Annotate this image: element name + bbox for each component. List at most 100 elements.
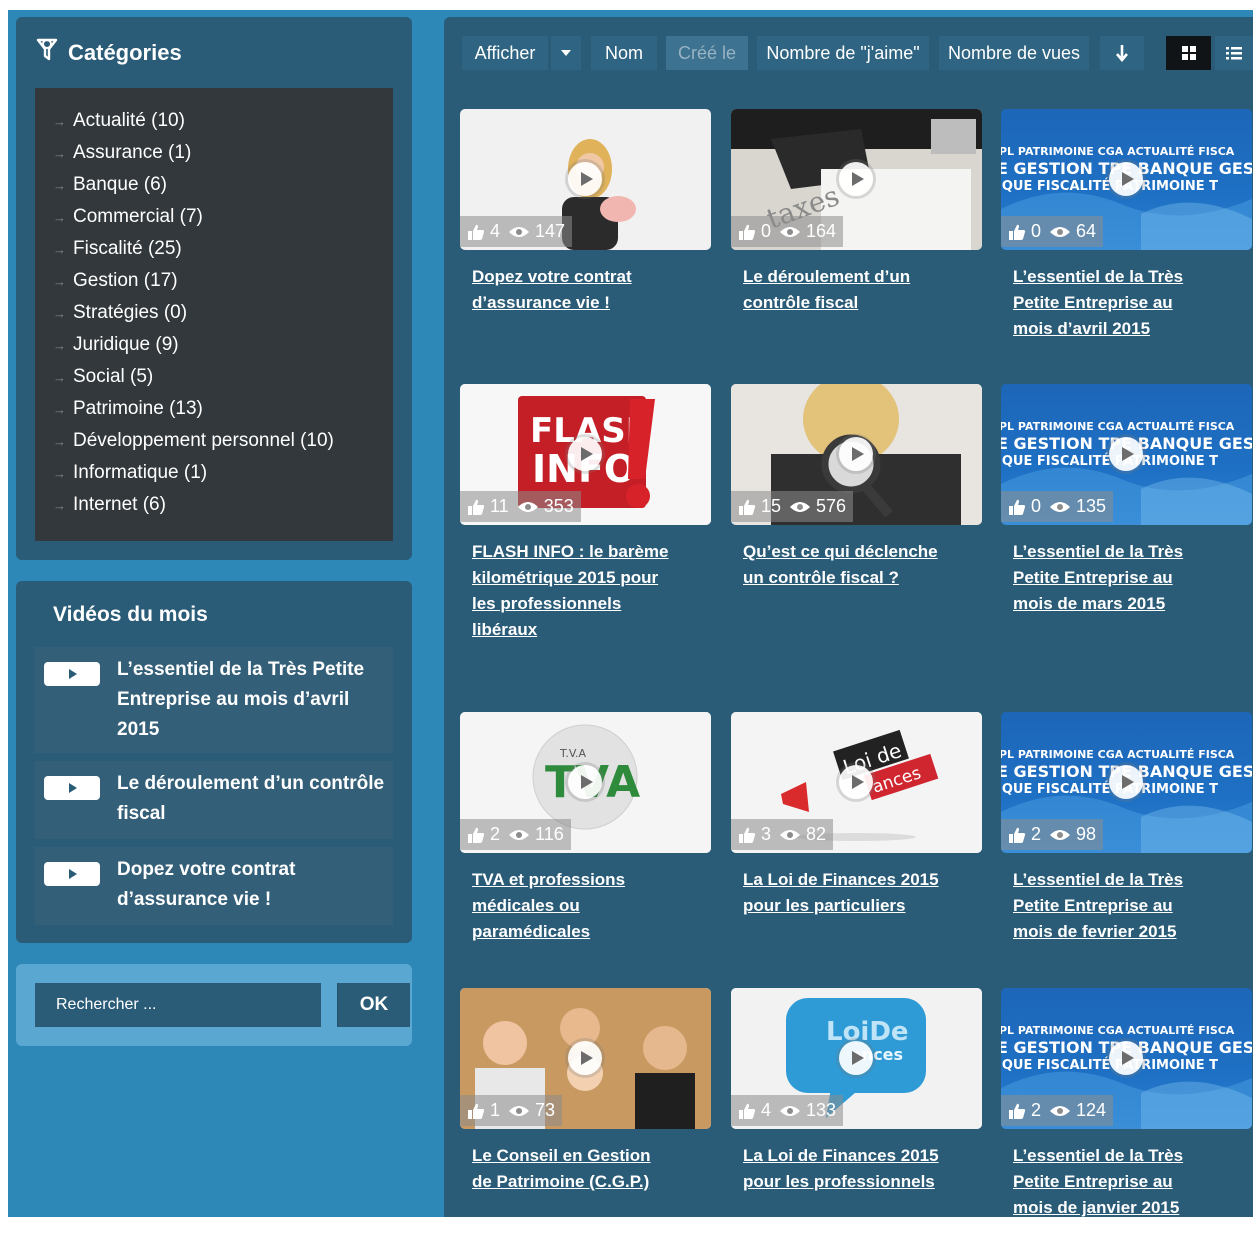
category-item[interactable]: → Commercial (7)	[53, 203, 203, 231]
eye-icon	[1050, 501, 1071, 512]
thumbs-up-icon	[739, 224, 756, 240]
play-icon[interactable]	[1109, 162, 1143, 196]
video-card: LoiDe ances 4 133 La Loi de Finances 2015 po…	[731, 988, 982, 1258]
sort-views-button[interactable]: Nombre de vues	[939, 36, 1089, 70]
category-item[interactable]: → Banque (6)	[53, 171, 167, 199]
category-item[interactable]: → Internet (6)	[53, 491, 166, 519]
views-count: 116	[535, 824, 564, 844]
eye-icon	[790, 501, 811, 512]
video-stats: 15 576	[731, 491, 854, 522]
category-item[interactable]: → Fiscalité (25)	[53, 235, 182, 263]
show-dropdown-toggle[interactable]	[551, 36, 581, 70]
category-item[interactable]: → Informatique (1)	[53, 459, 207, 487]
monthly-videos-panel: Vidéos du mois L’essentiel de la Très Pe…	[16, 581, 412, 943]
play-icon[interactable]	[839, 162, 873, 196]
arrow-right-icon: →	[53, 497, 66, 513]
category-item[interactable]: → Social (5)	[53, 363, 153, 391]
video-title-link[interactable]: TVA et professions médicales ou paramédi…	[472, 867, 672, 945]
views-count: 164	[806, 221, 837, 241]
sort-likes-button[interactable]: Nombre de "j'aime"	[757, 36, 929, 70]
category-item[interactable]: → Stratégies (0)	[53, 299, 187, 327]
thumbs-up-icon	[739, 827, 756, 843]
video-card: PL PATRIMOINE CGA ACTUALITÉ FISCA E GESTI…	[1001, 109, 1252, 379]
category-list: → Actualité (10) → Assurance (1) → Banque (6)…	[35, 88, 393, 541]
video-title-link[interactable]: Qu’est ce qui déclenche un contrôle fisc…	[743, 539, 943, 591]
sort-name-button[interactable]: Nom	[591, 36, 657, 70]
video-title-link[interactable]: L’essentiel de la Très Petite Entreprise…	[1013, 264, 1213, 342]
play-icon[interactable]	[568, 162, 602, 196]
search-input[interactable]: Rechercher ...	[35, 983, 321, 1027]
monthly-video-item[interactable]: Dopez votre contrat d’assurance vie !	[35, 847, 393, 925]
video-title-link[interactable]: La Loi de Finances 2015 pour les particu…	[743, 867, 943, 919]
play-icon[interactable]	[839, 765, 873, 799]
video-thumbnail[interactable]: FLASHINFO11353	[460, 384, 711, 525]
play-icon[interactable]	[568, 437, 602, 471]
arrow-right-icon: →	[53, 305, 66, 321]
views-count: 73	[535, 1100, 556, 1120]
play-icon[interactable]	[568, 1041, 602, 1075]
video-thumbnail[interactable]: PL PATRIMOINE CGA ACTUALITÉ FISCA E GESTI…	[1001, 712, 1252, 853]
sort-direction-button[interactable]	[1100, 36, 1144, 70]
video-thumbnail[interactable]: 1 73	[460, 988, 711, 1129]
grid-view-button[interactable]	[1166, 36, 1211, 70]
video-title-link[interactable]: L’essentiel de la Très Petite Entreprise…	[1013, 539, 1213, 617]
views-count: 64	[1076, 221, 1097, 241]
category-item[interactable]: → Actualité (10)	[53, 107, 185, 135]
video-title-link[interactable]: FLASH INFO : le barème kilométrique 2015…	[472, 539, 672, 643]
categories-title: Catégories	[68, 40, 182, 65]
video-title-link[interactable]: Dopez votre contrat d’assurance vie !	[472, 264, 672, 316]
eye-icon	[517, 501, 538, 512]
video-card: 15 576 Qu’est ce qui déclenche un contrôle…	[731, 384, 982, 654]
play-icon[interactable]	[1109, 765, 1143, 799]
video-title-link[interactable]: La Loi de Finances 2015 pour les profess…	[743, 1143, 943, 1195]
sort-created-button[interactable]: Créé le	[666, 36, 748, 70]
show-dropdown-button[interactable]: Afficher	[462, 36, 548, 70]
video-stats: 0 64	[1001, 216, 1104, 247]
arrow-right-icon: →	[53, 113, 66, 129]
thumbs-up-icon	[1009, 1103, 1026, 1119]
category-item[interactable]: → Développement personnel (10)	[53, 427, 334, 455]
eye-icon	[509, 1105, 530, 1116]
video-title-link[interactable]: L’essentiel de la Très Petite Entreprise…	[1013, 867, 1213, 945]
play-icon[interactable]	[839, 1041, 873, 1075]
video-thumbnail[interactable]: PL PATRIMOINE CGA ACTUALITÉ FISCA E GESTI…	[1001, 384, 1252, 525]
video-title-link[interactable]: Le Conseil en Gestion de Patrimoine (C.G…	[472, 1143, 672, 1195]
category-item[interactable]: → Juridique (9)	[53, 331, 179, 359]
list-view-button[interactable]	[1215, 36, 1253, 70]
play-icon[interactable]	[839, 437, 873, 471]
eye-icon	[1050, 829, 1071, 840]
monthly-video-item[interactable]: Le déroulement d’un contrôle fiscal	[35, 761, 393, 839]
video-title-link[interactable]: Le déroulement d’un contrôle fiscal	[743, 264, 943, 316]
video-thumbnail[interactable]: 4 147	[460, 109, 711, 250]
video-thumbnail[interactable]: PL PATRIMOINE CGA ACTUALITÉ FISCA E GESTI…	[1001, 109, 1252, 250]
category-label: Banque (6)	[73, 174, 168, 195]
search-ok-button[interactable]: OK	[337, 983, 410, 1027]
video-card: taxes 0 164 Le déroulement d’un contrôle fi…	[731, 109, 982, 379]
video-stats: 1 73	[460, 1095, 563, 1126]
play-icon[interactable]	[1109, 1041, 1143, 1075]
monthly-video-item[interactable]: L’essentiel de la Très Petite Entreprise…	[35, 647, 393, 753]
video-stats: 0 164	[731, 216, 844, 247]
video-title-link[interactable]: L’essentiel de la Très Petite Entreprise…	[1013, 1143, 1213, 1221]
video-card: Loi de ances 3 82 La Loi de Finances 2015 po…	[731, 712, 982, 982]
likes-count: 2	[490, 824, 501, 844]
views-count: 576	[816, 496, 847, 516]
category-item[interactable]: → Assurance (1)	[53, 139, 191, 167]
monthly-video-title: Le déroulement d’un contrôle fiscal	[117, 773, 385, 824]
video-thumbnail[interactable]: PL PATRIMOINE CGA ACTUALITÉ FISCA E GESTI…	[1001, 988, 1252, 1129]
video-thumbnail[interactable]: TVAT.V.A2116	[460, 712, 711, 853]
category-label: Patrimoine (13)	[73, 398, 203, 419]
category-label: Assurance (1)	[73, 142, 192, 163]
play-icon[interactable]	[568, 765, 602, 799]
category-item[interactable]: → Gestion (17)	[53, 267, 178, 295]
category-item[interactable]: → Patrimoine (13)	[53, 395, 203, 423]
play-icon[interactable]	[1109, 437, 1143, 471]
video-thumbnail[interactable]: 15 576	[731, 384, 982, 525]
likes-count: 2	[1031, 824, 1042, 844]
arrow-down-icon	[1116, 45, 1128, 62]
video-thumbnail[interactable]: Loi de ances 3 82	[731, 712, 982, 853]
video-thumbnail[interactable]: taxes 0 164	[731, 109, 982, 250]
views-count: 135	[1076, 496, 1107, 516]
video-thumbnail[interactable]: LoiDe ances 4 133	[731, 988, 982, 1129]
likes-count: 3	[761, 824, 772, 844]
